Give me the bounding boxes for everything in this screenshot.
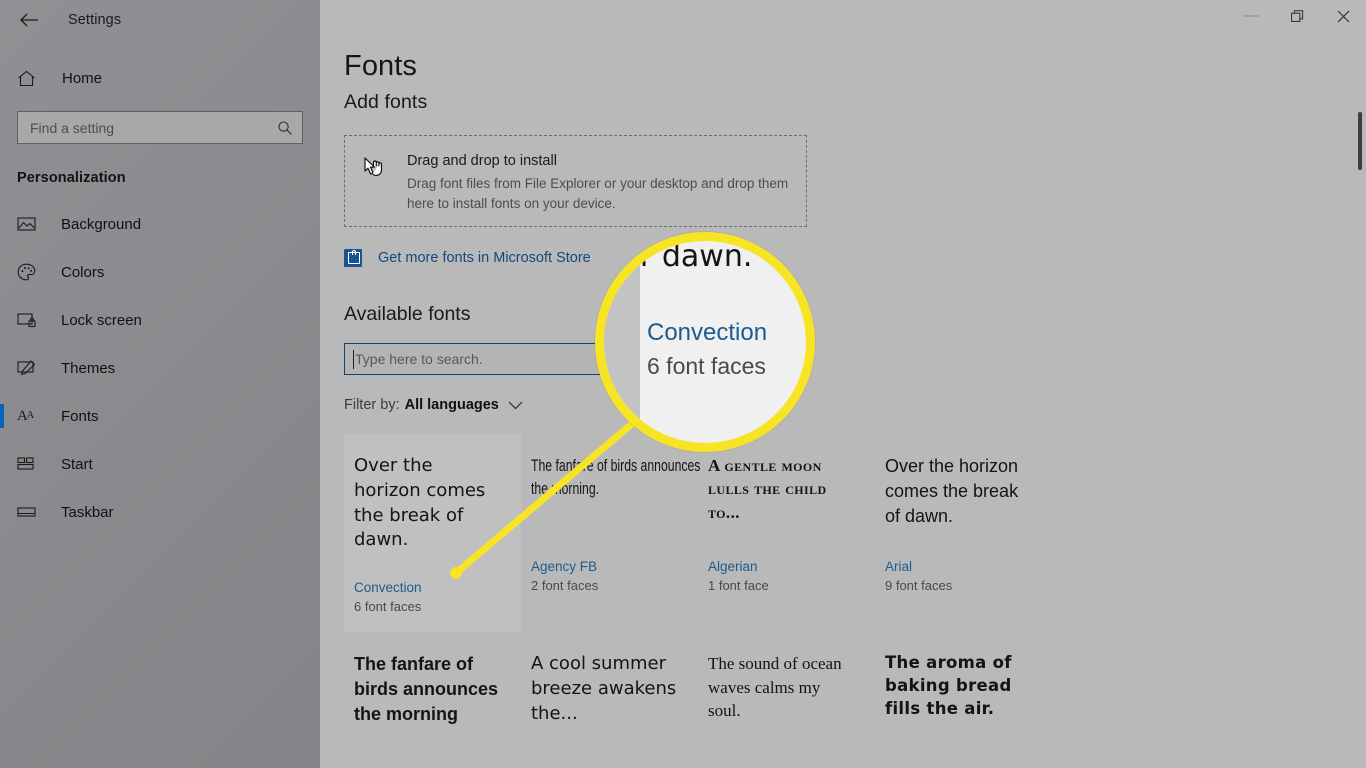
available-fonts-heading: Available fonts (344, 303, 471, 325)
font-name[interactable]: Algerian (708, 559, 857, 574)
sidebar-item-colors-label: Colors (61, 263, 105, 281)
available-fonts-grid: Over the horizon comes the break of dawn… (344, 434, 1064, 768)
font-sample-text: The sound of ocean waves calms my soul. (708, 654, 842, 721)
magnifier-content: r dawn. Convection 6 font faces (604, 241, 806, 443)
font-sample-text: A gentle moon lulls the child to... (708, 456, 827, 522)
get-more-fonts-label: Get more fonts in Microsoft Store (378, 250, 591, 266)
search-input[interactable] (18, 112, 302, 143)
font-sample-text: A cool summer breeze awakens the... (531, 653, 677, 724)
font-faces-count: 9 font faces (885, 578, 953, 593)
app-title: Settings (68, 12, 122, 28)
dropzone-title: Drag and drop to install (407, 153, 557, 169)
palette-icon (17, 263, 45, 281)
font-name[interactable]: Agency FB (531, 559, 680, 574)
sidebar-item-fonts[interactable]: AA Fonts (0, 392, 320, 440)
magnified-font-name: Convection (647, 319, 768, 346)
sidebar-item-home[interactable]: Home (0, 58, 320, 98)
sidebar-item-lock-screen-label: Lock screen (61, 311, 142, 329)
magnifier-callout: r dawn. Convection 6 font faces (595, 232, 815, 452)
filter-by-dropdown[interactable]: Filter by: All languages (344, 397, 1366, 413)
sidebar-item-colors[interactable]: Colors (0, 248, 320, 296)
font-dropzone[interactable]: Drag and drop to install Drag font files… (344, 135, 807, 227)
font-sample-text: Over the horizon comes the break of dawn… (354, 455, 486, 551)
get-more-fonts-link[interactable]: Get more fonts in Microsoft Store (344, 249, 1366, 267)
magnified-sample-tail: r dawn. (640, 239, 753, 274)
back-arrow-icon[interactable] (12, 5, 46, 35)
font-name[interactable]: Arial (885, 559, 1034, 574)
picture-icon (17, 216, 45, 232)
sidebar-item-background-label: Background (61, 215, 142, 233)
magnified-font-faces: 6 font faces (647, 353, 766, 379)
home-icon (17, 70, 47, 87)
font-faces-count: 1 font face (708, 578, 769, 593)
sidebar-item-fonts-label: Fonts (61, 407, 99, 425)
sidebar-item-background[interactable]: Background (0, 200, 320, 248)
titlebar-left: Settings (0, 0, 320, 40)
font-sample-text: The fanfare of birds announces the morni… (531, 456, 701, 499)
sidebar-item-start[interactable]: Start (0, 440, 320, 488)
search-icon[interactable] (277, 120, 293, 136)
font-card[interactable]: The fanfare of birds announces the morni… (521, 434, 700, 632)
font-card[interactable]: Over the horizon comes the break of dawn… (344, 434, 521, 633)
font-faces-count: 6 font faces (354, 599, 422, 615)
settings-sidebar: Settings Home Personalization Background (0, 0, 320, 768)
dropzone-text: Drag and drop to install Drag font files… (407, 153, 792, 214)
sidebar-nav: Background Colors Lock screen Themes A A… (0, 200, 320, 536)
page-scrollbar[interactable] (1358, 40, 1362, 740)
sidebar-item-themes[interactable]: Themes (0, 344, 320, 392)
font-name[interactable]: Convection (354, 580, 503, 595)
font-sample-text: The fanfare of birds announces the morni… (354, 654, 499, 724)
sidebar-section-heading: Personalization (17, 170, 126, 186)
font-faces-count: 2 font faces (531, 578, 599, 593)
font-sample-text: Over the horizon comes the break of dawn… (885, 456, 1019, 526)
sidebar-item-start-label: Start (61, 455, 93, 473)
text-caret (353, 350, 354, 369)
sidebar-item-lock-screen[interactable]: Lock screen (0, 296, 320, 344)
font-card[interactable]: The sound of ocean waves calms my soul. (698, 632, 875, 768)
add-fonts-heading: Add fonts (344, 91, 428, 113)
fonts-page: Fonts Add fonts Drag and drop to install… (320, 0, 1366, 768)
font-card[interactable]: A cool summer breeze awakens the... (521, 632, 698, 768)
sidebar-item-themes-label: Themes (61, 359, 116, 377)
drag-hand-cursor-icon (361, 153, 401, 188)
magnifier-left-shade (604, 241, 640, 443)
filter-by-label: Filter by: (344, 397, 400, 413)
sidebar-item-taskbar-label: Taskbar (61, 503, 114, 521)
find-a-setting-box[interactable] (17, 111, 303, 144)
font-card[interactable]: A gentle moon lulls the child to... Alge… (698, 434, 875, 632)
font-card[interactable]: The fanfare of birds announces the morni… (344, 632, 521, 768)
lock-screen-icon (17, 312, 45, 328)
sidebar-item-taskbar[interactable]: Taskbar (0, 488, 320, 536)
filter-by-value: All languages (404, 397, 499, 413)
font-card[interactable]: Over the horizon comes the break of dawn… (875, 434, 1052, 632)
sidebar-item-home-label: Home (62, 69, 103, 87)
start-grid-icon (17, 456, 45, 472)
font-sample-text: The aroma of baking bread fills the air. (885, 653, 1012, 718)
scrollbar-thumb[interactable] (1358, 112, 1362, 170)
main-content: — Fonts Add fonts Drag and drop to insta… (320, 0, 1366, 768)
settings-window: Settings Home Personalization Background (0, 0, 1366, 768)
taskbar-icon (17, 505, 45, 519)
microsoft-store-icon (344, 249, 362, 267)
font-card[interactable]: The aroma of baking bread fills the air. (875, 632, 1052, 768)
themes-brush-icon (17, 359, 45, 377)
dropzone-description: Drag font files from File Explorer or yo… (407, 176, 789, 211)
page-title: Fonts (344, 50, 418, 82)
font-aa-icon: AA (17, 407, 34, 424)
chevron-down-icon[interactable] (508, 401, 523, 410)
